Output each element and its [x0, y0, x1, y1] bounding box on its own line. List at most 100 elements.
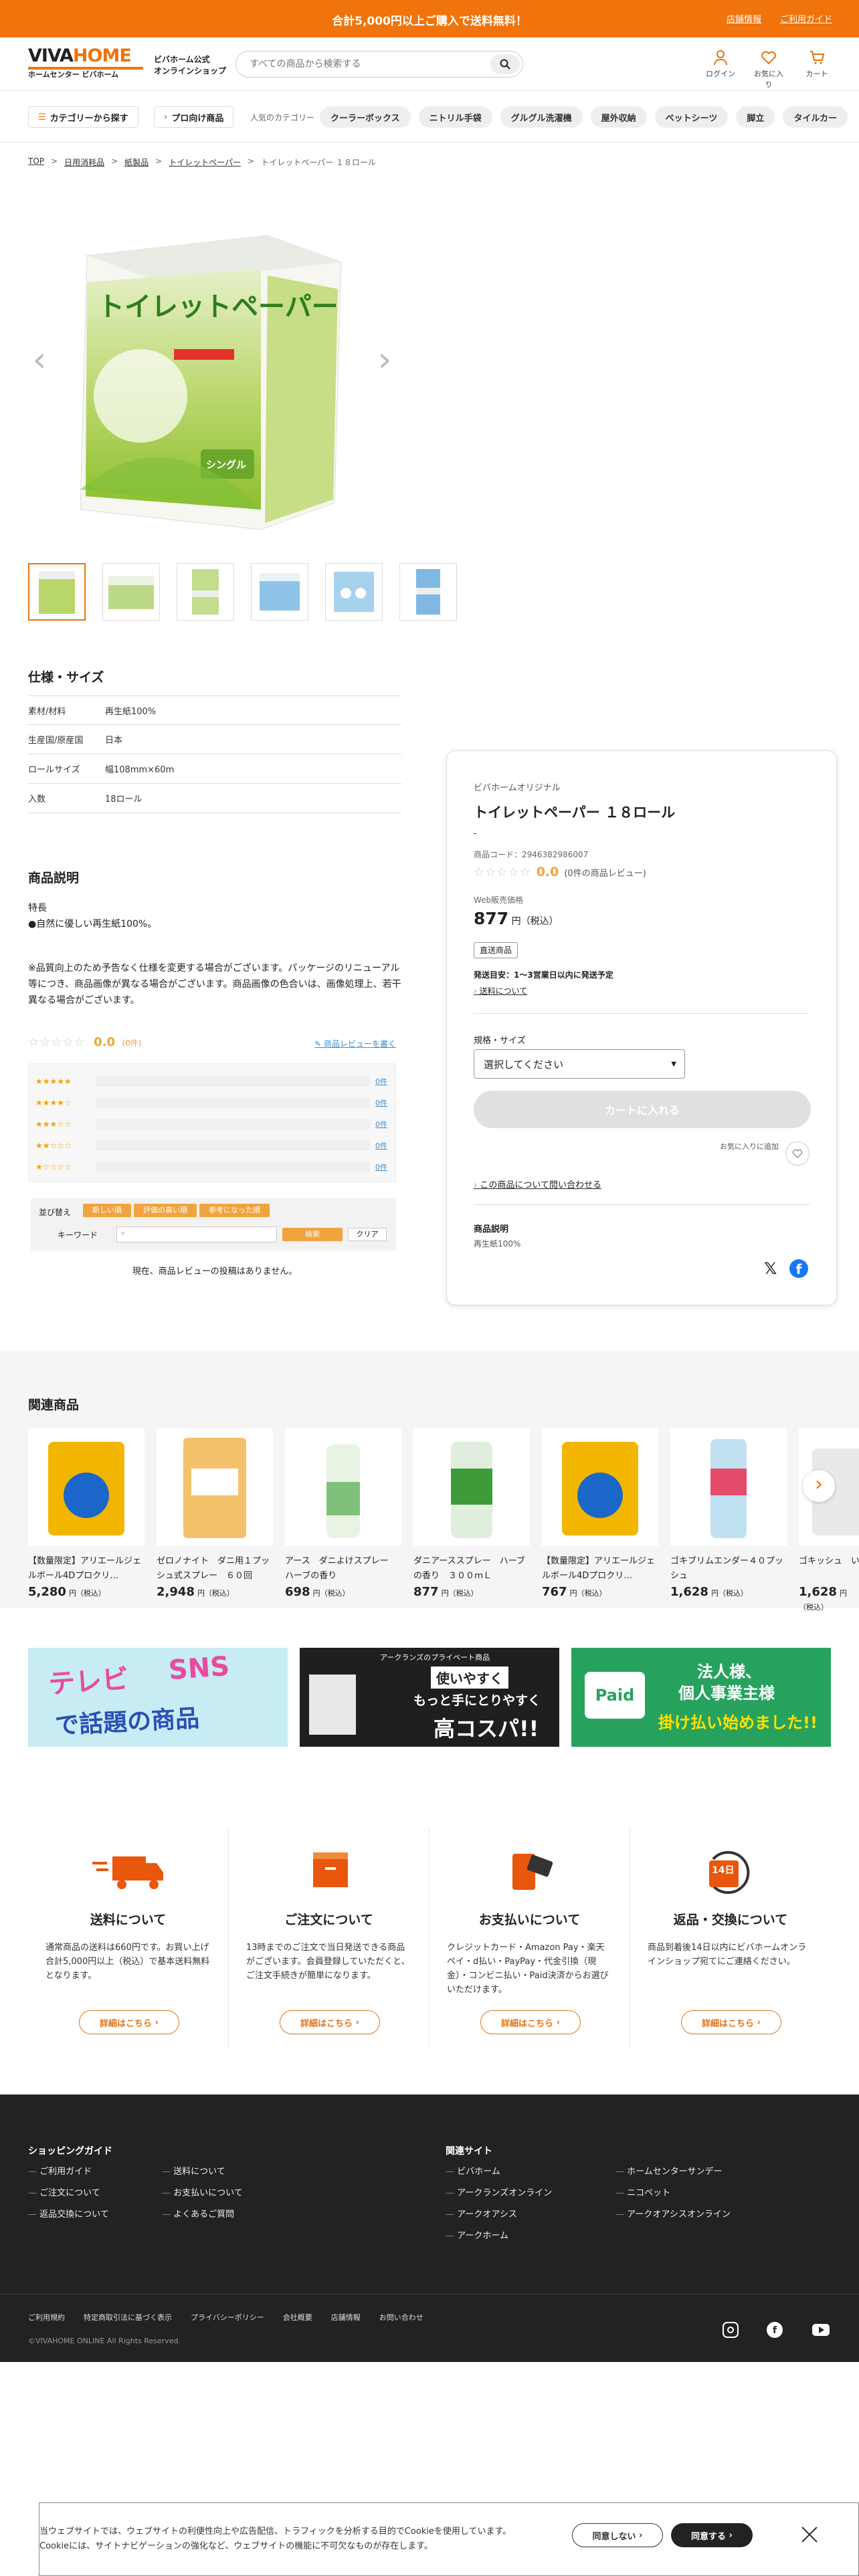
- footer-bottom-link[interactable]: プライバシーポリシー: [191, 2312, 264, 2323]
- cookie-decline-button[interactable]: 同意しない ›: [572, 2523, 663, 2547]
- footer-link[interactable]: ご注文について: [28, 2188, 100, 2198]
- footer-link[interactable]: お支払いについて: [162, 2188, 243, 2198]
- related-product-card[interactable]: アース ダニよけスプレー ハーブの香り 698 円（税込）: [285, 1428, 401, 1599]
- category-tag[interactable]: 屋外収納: [590, 106, 647, 128]
- favorite-button[interactable]: [785, 1142, 809, 1166]
- gallery-next-icon[interactable]: ›: [375, 340, 395, 380]
- footer-bottom-link[interactable]: ご利用規約: [28, 2312, 65, 2323]
- rating-count-link[interactable]: 0件: [375, 1140, 387, 1151]
- related-product-card[interactable]: 【数量限定】アリエールジェルボール4Dプロクリ… 5,280 円（税込）: [28, 1428, 145, 1599]
- close-icon[interactable]: [801, 2526, 818, 2543]
- tv-sns-banner[interactable]: テレビ SNS で話題の商品: [28, 1648, 288, 1747]
- x-share-icon[interactable]: 𝕏: [764, 1259, 777, 1278]
- pro-products-button[interactable]: › プロ向け商品: [154, 106, 234, 128]
- related-product-card[interactable]: ゼロノナイト ダニ用１プッシュ式スプレー ６０回 2,948 円（税込）: [157, 1428, 273, 1599]
- footer-link[interactable]: 送料について: [162, 2167, 225, 2177]
- shipping-link[interactable]: › 送料について: [474, 985, 809, 996]
- thumbnail[interactable]: [251, 563, 308, 621]
- breadcrumb-link[interactable]: 日用消耗品: [64, 156, 104, 168]
- facebook-share-icon[interactable]: f: [789, 1259, 808, 1278]
- facebook-icon[interactable]: f: [767, 2322, 783, 2338]
- truck-icon: [92, 1856, 163, 1889]
- footer-link[interactable]: ニコペット: [615, 2188, 670, 2198]
- footer-bottom-link[interactable]: お問い合わせ: [379, 2312, 423, 2323]
- guide-card-order: ご注文について 13時までのご注文で当日発送できる商品がございます。会員登録して…: [229, 1828, 430, 2049]
- category-tag[interactable]: 脚立: [736, 106, 775, 128]
- instagram-icon[interactable]: [723, 2322, 739, 2338]
- footer-link[interactable]: よくあるご質問: [162, 2210, 234, 2220]
- review-clear-button[interactable]: クリア: [348, 1228, 387, 1241]
- thumbnail[interactable]: [399, 563, 457, 621]
- cookie-accept-button[interactable]: 同意する ›: [671, 2523, 753, 2547]
- category-browse-button[interactable]: ☰ カテゴリーから探す: [28, 106, 138, 128]
- search-button[interactable]: [490, 54, 520, 74]
- spec-row: 生産国/原産国 日本: [28, 725, 401, 754]
- login-button[interactable]: ログイン: [705, 49, 736, 90]
- footer-link[interactable]: ご利用ガイド: [28, 2167, 92, 2177]
- sort-helpful-button[interactable]: 参考になった順: [199, 1204, 270, 1217]
- gallery-prev-icon[interactable]: ‹: [29, 340, 50, 380]
- sort-newest-button[interactable]: 新しい順: [83, 1204, 131, 1217]
- youtube-icon[interactable]: [812, 2324, 830, 2336]
- carousel-next-icon[interactable]: ›: [803, 1470, 835, 1502]
- write-review-link[interactable]: ✎ 商品レビューを書く: [314, 1038, 396, 1049]
- related-product-card[interactable]: ゴキッシュ い！６０ 1,628円（税込）: [799, 1428, 859, 1613]
- cart-button[interactable]: カート: [801, 49, 832, 90]
- store-info-link[interactable]: 店舗情報: [727, 12, 761, 25]
- sort-rating-button[interactable]: 評価の高い順: [134, 1204, 197, 1217]
- review-keyword-input[interactable]: ⌕: [116, 1226, 277, 1243]
- footer-link[interactable]: ビバホーム: [446, 2167, 500, 2177]
- footer-bottom-link[interactable]: 会社概要: [283, 2312, 312, 2323]
- heart-icon: [792, 1149, 803, 1158]
- category-tag[interactable]: ベットシーツ: [654, 106, 729, 128]
- guide-detail-button[interactable]: 詳細はこちら ›: [480, 2010, 581, 2034]
- thumbnail[interactable]: [102, 563, 160, 621]
- guide-card-payment: お支払いについて クレジットカード・Amazon Pay・楽天ペイ・d払い・Pa…: [430, 1828, 630, 2049]
- rating-count-link[interactable]: 0件: [375, 1076, 387, 1087]
- footer-link[interactable]: アークオアシス: [446, 2210, 517, 2220]
- category-tag[interactable]: ニトリル手袋: [418, 106, 492, 128]
- spec-select[interactable]: 選択してください ▼: [474, 1049, 685, 1079]
- shipping-note: 発送目安：1〜3営業日以内に発送予定: [474, 970, 613, 980]
- rating-count-link[interactable]: 0件: [375, 1119, 387, 1130]
- footer-link[interactable]: 返品交換について: [28, 2210, 109, 2220]
- add-to-cart-button[interactable]: カートに入れる: [474, 1091, 811, 1128]
- thumbnail[interactable]: [177, 563, 234, 621]
- footer-link[interactable]: アークオアシスオンライン: [615, 2210, 731, 2220]
- svg-text:シングル: シングル: [206, 459, 246, 471]
- breadcrumb: TOP > 日用消耗品 > 紙製品 > トイレットペーパー > トイレットペーパー １８…: [28, 156, 376, 168]
- footer-link[interactable]: アークホーム: [446, 2231, 508, 2241]
- review-search-button[interactable]: 検索: [282, 1228, 343, 1241]
- category-tag[interactable]: タイルカー: [783, 106, 848, 128]
- guide-detail-button[interactable]: 詳細はこちら ›: [681, 2010, 781, 2034]
- site-logo[interactable]: VIVAHOME ホームセンター ビバホーム: [28, 47, 146, 83]
- footer-bottom-link[interactable]: 特定商取引法に基づく表示: [84, 2312, 172, 2323]
- category-tag[interactable]: クーラーボックス: [320, 106, 411, 128]
- rating-count-link[interactable]: 0件: [375, 1097, 387, 1108]
- breadcrumb-link[interactable]: トイレットペーパー: [169, 156, 241, 168]
- user-guide-link[interactable]: ご利用ガイド: [780, 12, 832, 25]
- guide-detail-button[interactable]: 詳細はこちら ›: [280, 2010, 380, 2034]
- spec-title: 仕様・サイズ: [28, 670, 104, 685]
- guide-detail-button[interactable]: 詳細はこちら ›: [79, 2010, 179, 2034]
- description-body: 特長 ●自然に優しい再生紙100%。 ※品質向上のため予告なく仕様を変更する場合…: [28, 903, 401, 1006]
- paid-payment-banner[interactable]: Paid 法人様、 個人事業主様 掛け払い始めました!!: [571, 1648, 831, 1747]
- spec-row: ロールサイズ 幅108mm×60m: [28, 754, 401, 784]
- related-product-card[interactable]: ダニアーススプレー ハーブの香り ３００ｍＬ 877 円（税込）: [413, 1428, 530, 1599]
- search-input[interactable]: [250, 51, 470, 77]
- footer-bottom-link[interactable]: 店舗情報: [331, 2312, 361, 2323]
- inquiry-link[interactable]: › この商品について問い合わせる: [474, 1178, 809, 1190]
- footer-link[interactable]: ホームセンターサンデー: [615, 2167, 723, 2177]
- related-product-card[interactable]: ゴキブリムエンダー４０プッシュ 1,628 円（税込）: [670, 1428, 787, 1599]
- rating-count-link[interactable]: 0件: [375, 1162, 387, 1172]
- breadcrumb-link[interactable]: 紙製品: [124, 156, 149, 168]
- footer-link[interactable]: アークランズオンライン: [446, 2188, 552, 2198]
- thumbnail[interactable]: [28, 563, 86, 621]
- related-product-card[interactable]: 【数量限定】アリエールジェルボール4Dプロクリ… 767 円（税込）: [542, 1428, 658, 1599]
- category-tag[interactable]: グルグル洗濯機: [500, 106, 583, 128]
- guide-card-returns: 14日 返品・交換について 商品到着後14日以内にビバホームオンラインショップ宛…: [630, 1828, 831, 2049]
- favorites-button[interactable]: お気に入り: [753, 49, 784, 90]
- thumbnail[interactable]: [325, 563, 383, 621]
- private-brand-banner[interactable]: アークランズのプライベート商品 使いやすく もっと手にとりやすく 高コスパ!!: [300, 1648, 559, 1747]
- breadcrumb-link[interactable]: TOP: [28, 156, 44, 168]
